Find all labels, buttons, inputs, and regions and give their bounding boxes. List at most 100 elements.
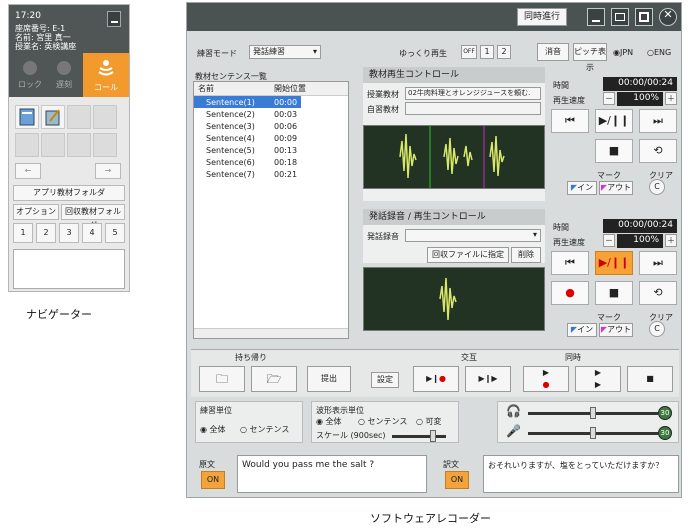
- message-area[interactable]: [13, 249, 125, 289]
- table-row[interactable]: Sentence(4) 00:09: [194, 132, 301, 144]
- notebook-icon: [19, 108, 35, 126]
- submit-button[interactable]: 提出: [307, 366, 351, 392]
- wave-unit-group: 波形表示単位 ◉ 全体 ○ センテンス ○ 可変 スケール (900sec): [311, 401, 459, 443]
- horizontal-scrollbar[interactable]: [194, 328, 348, 338]
- number-button-2[interactable]: 2: [36, 223, 56, 243]
- restore-icon[interactable]: [611, 8, 629, 26]
- table-row[interactable]: Sentence(5) 00:13: [194, 144, 301, 156]
- maximize-icon[interactable]: [635, 8, 653, 26]
- lang-jpn-label: JPN: [619, 48, 634, 57]
- sentence-start: 00:06: [274, 121, 298, 131]
- translation-on-button[interactable]: ON: [445, 471, 469, 489]
- collect-file-button[interactable]: 回収ファイルに指定: [427, 247, 509, 263]
- mark-out-button[interactable]: ◤アウト: [599, 181, 633, 195]
- number-button-1[interactable]: 1: [13, 223, 33, 243]
- table-row[interactable]: Sentence(7) 00:21: [194, 168, 301, 180]
- record-icon[interactable]: ●: [551, 281, 589, 305]
- clear-button[interactable]: C: [649, 321, 665, 337]
- self-material-select[interactable]: [405, 102, 541, 115]
- app-icon-edit[interactable]: [41, 105, 65, 129]
- number-button-3[interactable]: 3: [59, 223, 79, 243]
- unit-sentence-radio[interactable]: ○ センテンス: [240, 424, 289, 435]
- alt-play-play-button[interactable]: ▶❙▶: [465, 366, 511, 392]
- option-button[interactable]: オプション: [13, 204, 59, 220]
- stop-all-button[interactable]: ■: [627, 366, 673, 392]
- minimize-icon[interactable]: [587, 8, 605, 26]
- scale-slider-knob[interactable]: [430, 430, 436, 442]
- lang-jpn-radio[interactable]: ◉JPN: [613, 48, 633, 57]
- tab-call[interactable]: コール: [83, 53, 129, 97]
- sentence-list[interactable]: 名前 開始位置 Sentence(1) 00:00 Sentence(2) 00:0…: [193, 81, 349, 339]
- table-row[interactable]: Sentence(2) 00:03: [194, 108, 301, 120]
- sync-play-play-button[interactable]: ▶ ▶: [575, 366, 621, 392]
- repeat-icon[interactable]: ⟲: [639, 281, 677, 305]
- speed-plus-button[interactable]: ＋: [665, 234, 677, 247]
- tab-late[interactable]: 遅刻: [49, 55, 79, 95]
- repeat-icon[interactable]: ⟲: [639, 139, 677, 163]
- slow-1-button[interactable]: 1: [480, 45, 494, 59]
- sentence-name: Sentence(6): [206, 157, 255, 167]
- tab-lock[interactable]: ロック: [15, 55, 45, 95]
- open-folder-button[interactable]: 🗁: [251, 366, 297, 392]
- speed-minus-button[interactable]: －: [603, 234, 615, 247]
- sync-progress-button[interactable]: 同時進行: [517, 8, 567, 26]
- headphone-volume-knob[interactable]: [590, 407, 596, 419]
- stop-icon[interactable]: ■: [595, 281, 633, 305]
- wave-sentence-radio[interactable]: ○ センテンス: [358, 416, 407, 427]
- original-on-button[interactable]: ON: [201, 471, 225, 489]
- speed-plus-button[interactable]: ＋: [665, 92, 677, 105]
- play-pause-icon[interactable]: ▶/❙❙: [595, 109, 633, 133]
- skip-forward-icon[interactable]: ⏭: [639, 251, 677, 275]
- sync-play-record-button[interactable]: ▶ ●: [523, 366, 569, 392]
- minimize-button[interactable]: [107, 11, 121, 27]
- pitch-display-button[interactable]: ピッチ表示: [573, 43, 607, 72]
- speed-minus-button[interactable]: －: [603, 92, 615, 105]
- table-row[interactable]: Sentence(1) 00:00: [194, 96, 302, 108]
- bottom-toolbar: 持ち帰り 🗀 🗁 提出 設定 交互 ▶❙● ▶❙▶ 同時 ▶ ● ▶ ▶ ■: [191, 349, 679, 397]
- slow-off-button[interactable]: OFF: [461, 45, 477, 59]
- mark-out-button[interactable]: ◤アウト: [599, 323, 633, 337]
- mic-volume-knob[interactable]: [590, 427, 596, 439]
- practice-unit-label: 練習単位: [200, 406, 232, 415]
- next-page-button[interactable]: →: [95, 163, 121, 179]
- app-icon-notes[interactable]: [15, 105, 39, 129]
- lock-icon: [23, 61, 37, 75]
- clear-button[interactable]: C: [649, 179, 665, 195]
- settings-button[interactable]: 設定: [371, 372, 399, 388]
- record-select[interactable]: ▾: [405, 229, 541, 242]
- play-pause-icon[interactable]: ▶/❙❙: [595, 251, 633, 275]
- translation-text-box: おそれいりますが、塩をとっていただけますか？: [483, 455, 679, 493]
- practice-mode-select[interactable]: 発話練習 ▾: [249, 45, 321, 59]
- app-folder-button[interactable]: アプリ教材フォルダ: [13, 185, 125, 201]
- headphone-volume-value: 30: [658, 406, 672, 420]
- lang-eng-radio[interactable]: ○ENG: [647, 48, 671, 57]
- prev-page-button[interactable]: ←: [15, 163, 41, 179]
- mark-in-button[interactable]: ◤イン: [567, 181, 597, 195]
- unit-all-radio[interactable]: ◉ 全体: [200, 424, 226, 435]
- stop-icon[interactable]: ■: [595, 139, 633, 163]
- class-material-select[interactable]: 02牛肉料理とオレンジジュースを頼む.: [405, 87, 541, 100]
- wave-all-radio[interactable]: ◉ 全体: [316, 416, 342, 427]
- wave-variable-radio[interactable]: ○ 可変: [416, 416, 442, 427]
- alt-play-record-button[interactable]: ▶❙●: [413, 366, 459, 392]
- skip-forward-icon[interactable]: ⏭: [639, 109, 677, 133]
- collect-folder-button[interactable]: 回収教材フォルダ: [61, 204, 125, 230]
- mute-button[interactable]: 消音: [537, 43, 569, 61]
- bring-home-button[interactable]: 🗀: [199, 366, 245, 392]
- skip-back-icon[interactable]: ⏮: [551, 109, 589, 133]
- number-button-4[interactable]: 4: [82, 223, 102, 243]
- skip-back-icon[interactable]: ⏮: [551, 251, 589, 275]
- mark-in-button[interactable]: ◤イン: [567, 323, 597, 337]
- close-icon[interactable]: ✕: [659, 8, 677, 26]
- app-slot: [67, 133, 91, 157]
- table-row[interactable]: Sentence(3) 00:06: [194, 120, 301, 132]
- sentence-start: 00:18: [274, 157, 298, 167]
- scale-slider[interactable]: [392, 435, 446, 438]
- number-button-5[interactable]: 5: [105, 223, 125, 243]
- table-row[interactable]: Sentence(6) 00:18: [194, 156, 301, 168]
- tab-call-label: コール: [94, 83, 118, 92]
- delete-button[interactable]: 削除: [511, 247, 541, 263]
- slow-2-button[interactable]: 2: [497, 45, 511, 59]
- in-label: イン: [577, 183, 594, 192]
- volume-group: 🎧 30 🎤 30: [497, 401, 679, 443]
